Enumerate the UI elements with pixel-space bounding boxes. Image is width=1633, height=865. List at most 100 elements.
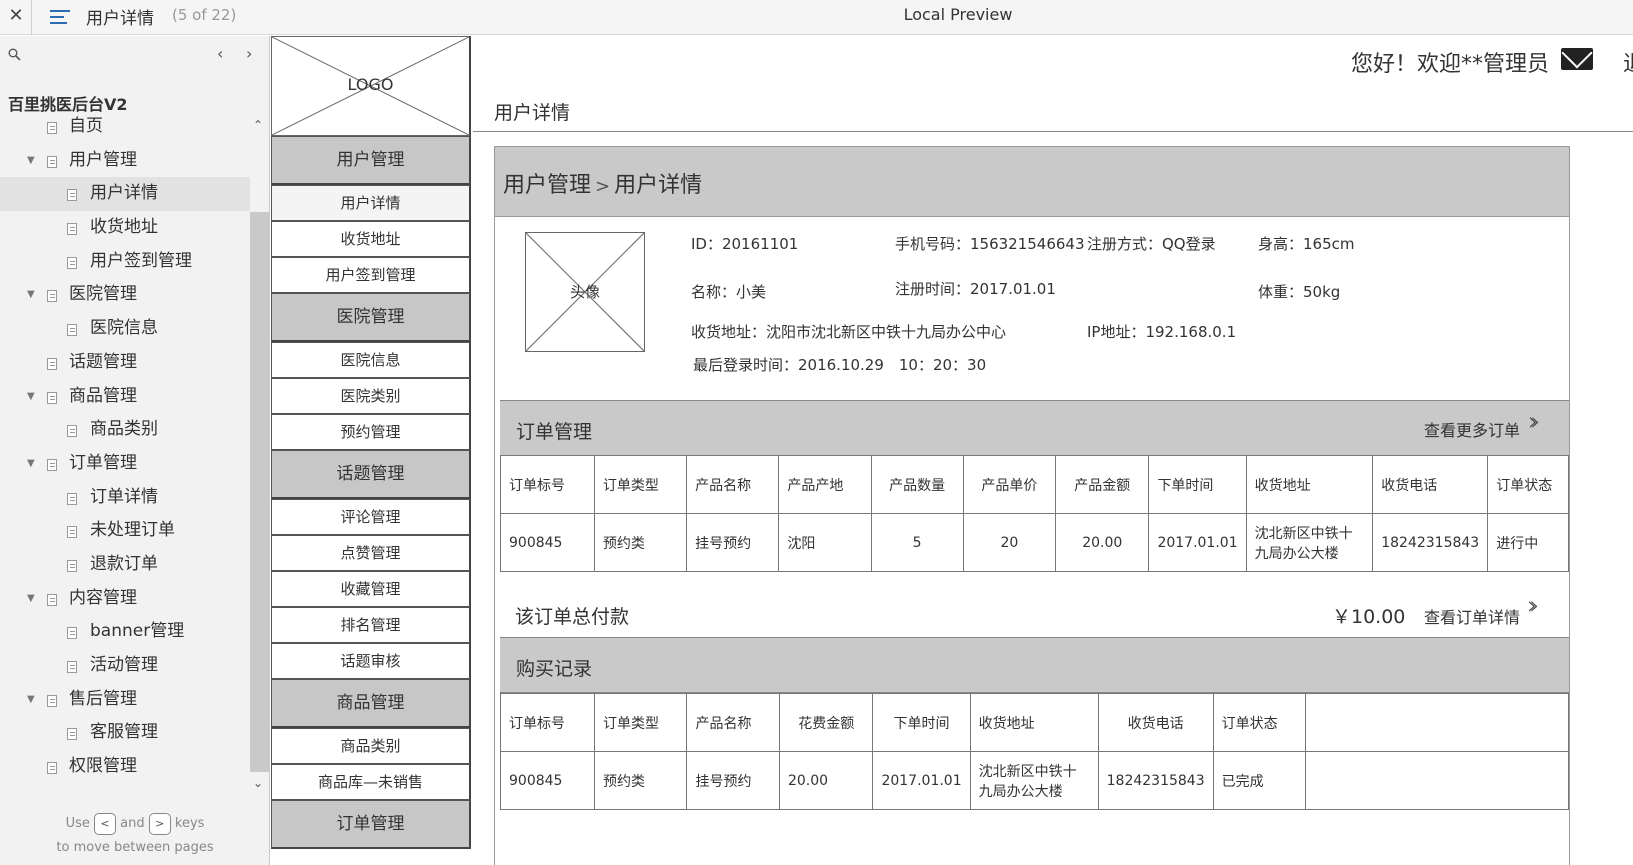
sitemap-item[interactable]: banner管理 bbox=[0, 615, 250, 649]
double-chevron-right-icon[interactable]: ›› bbox=[1527, 591, 1539, 621]
sitemap-item[interactable]: ▼ 医院管理 bbox=[0, 278, 250, 312]
table-row[interactable]: 900845 预约类 挂号预约 沈阳 5 20 20.00 2017.01.01 沈北新区中铁十… bbox=[500, 513, 1569, 572]
sitemap-item[interactable]: 未处理订单 bbox=[0, 514, 250, 548]
mail-icon[interactable] bbox=[1561, 48, 1593, 70]
table-cell: 挂号预约 bbox=[686, 751, 780, 810]
table-header-cell: 订单标号 bbox=[499, 693, 596, 752]
more-orders-link[interactable]: 查看更多订单 bbox=[1424, 417, 1520, 441]
nav-item[interactable]: 医院类别 bbox=[271, 378, 471, 414]
table-cell: 沈北新区中铁十九局办公大楼 bbox=[1245, 513, 1374, 572]
sitemap-item-label: 活动管理 bbox=[90, 655, 158, 675]
expand-arrow-icon[interactable]: ▼ bbox=[27, 447, 35, 481]
sitemap-item[interactable]: 用户详情 bbox=[0, 177, 250, 212]
sitemap-item[interactable]: 客服管理 bbox=[0, 716, 250, 750]
table-cell: 900845 bbox=[500, 513, 595, 572]
sitemap-item[interactable]: ▼ 用户管理 bbox=[0, 144, 250, 178]
sitemap-item[interactable]: 医院信息 bbox=[0, 312, 250, 346]
table-header-cell: 订单类型 bbox=[594, 693, 688, 752]
nav-item[interactable]: 话题审核 bbox=[271, 643, 471, 679]
register-time: 注册时间：2017.01.01 bbox=[895, 280, 1056, 298]
table-cell: 20 bbox=[962, 513, 1057, 572]
double-chevron-right-icon[interactable]: ›› bbox=[1528, 407, 1540, 437]
sitemap-item[interactable]: ▼ 订单管理 bbox=[0, 447, 250, 481]
page-icon bbox=[67, 627, 77, 640]
menu-icon[interactable] bbox=[50, 6, 70, 26]
sitemap-item-label: 内容管理 bbox=[69, 587, 137, 608]
table-cell: 2017.01.01 bbox=[872, 751, 971, 810]
orders-table: 订单标号 订单类型 产品名称 产品产地 产品数量 产品单价 产品金额 下单时间 收货地址 收货电话… bbox=[500, 455, 1569, 572]
prev-key-icon: < bbox=[94, 812, 116, 835]
user-phone: 手机号码：156321546643 bbox=[895, 235, 1085, 253]
user-ip: IP地址：192.168.0.1 bbox=[1087, 323, 1237, 341]
expand-arrow-icon[interactable]: ▼ bbox=[27, 144, 35, 178]
nav-item[interactable]: 收货地址 bbox=[271, 221, 471, 257]
logout-link[interactable]: 退 bbox=[1623, 46, 1633, 78]
sitemap-item[interactable]: 话题管理 bbox=[0, 346, 250, 380]
sitemap-item-label: 客服管理 bbox=[90, 722, 158, 743]
sitemap-item-label: 用户管理 bbox=[69, 149, 137, 170]
order-detail-link[interactable]: 查看订单详情 bbox=[1424, 604, 1520, 628]
table-header-row: 订单标号 订单类型 产品名称 花费金额 下单时间 收货地址 收货电话 订单状态 bbox=[499, 693, 1569, 752]
sitemap-item[interactable]: 退款订单 bbox=[0, 548, 250, 582]
sitemap-panel: ‹ › 百里挑医后台V2 自页 ▼ 用户管理 用户详情 收货地址 用户签到管理 ▼ 医院管理医… bbox=[0, 36, 270, 865]
next-key-icon: > bbox=[148, 812, 171, 835]
scrollbar-thumb[interactable] bbox=[250, 212, 270, 772]
next-page-icon[interactable]: › bbox=[246, 44, 252, 63]
nav-group[interactable]: 医院管理 bbox=[271, 293, 471, 342]
nav-item[interactable]: 点赞管理 bbox=[271, 535, 471, 571]
table-header-cell: 产品产地 bbox=[778, 455, 872, 514]
sitemap-item-label: 用户详情 bbox=[90, 183, 158, 204]
expand-arrow-icon[interactable]: ▼ bbox=[27, 278, 35, 312]
sitemap-item[interactable]: 权限管理 bbox=[0, 750, 250, 784]
nav-group[interactable]: 话题管理 bbox=[271, 450, 471, 499]
page-heading: 用户详情 bbox=[494, 102, 571, 124]
avatar: 头像 bbox=[525, 232, 645, 352]
scroll-up-icon[interactable]: ⌃ bbox=[253, 118, 263, 132]
nav-item[interactable]: 收藏管理 bbox=[271, 571, 471, 607]
sitemap-item[interactable]: 自页 bbox=[0, 110, 250, 144]
nav-item[interactable]: 医院信息 bbox=[271, 342, 471, 378]
page-icon bbox=[67, 425, 77, 438]
toolbar: ✕ 用户详情 (5 of 22) Local Preview bbox=[0, 0, 1633, 35]
scroll-down-icon[interactable]: ⌄ bbox=[253, 776, 263, 790]
nav-item[interactable]: 商品库—未销售 bbox=[271, 764, 471, 800]
expand-arrow-icon[interactable]: ▼ bbox=[27, 380, 35, 414]
user-detail-panel: 用户管理 > 用户详情 头像 ID：20161101 手机号码：1563215466… bbox=[494, 146, 1570, 865]
expand-arrow-icon[interactable]: ▼ bbox=[27, 683, 35, 717]
sitemap-item-label: 订单管理 bbox=[69, 452, 137, 473]
user-id: ID：20161101 bbox=[691, 235, 799, 253]
sitemap-item[interactable]: ▼ 售后管理 bbox=[0, 683, 250, 717]
page-icon bbox=[47, 593, 57, 606]
sitemap-item[interactable]: 活动管理 bbox=[0, 649, 250, 683]
nav-item[interactable]: 评论管理 bbox=[271, 499, 471, 535]
close-icon[interactable]: ✕ bbox=[6, 5, 26, 26]
page-title: 用户详情 bbox=[86, 9, 154, 29]
table-header-cell: 花费金额 bbox=[778, 693, 874, 752]
sitemap-item[interactable]: 订单详情 bbox=[0, 481, 250, 515]
table-header-cell: 下单时间 bbox=[872, 693, 971, 752]
breadcrumb-parent[interactable]: 用户管理 bbox=[503, 173, 591, 198]
previous-page-icon[interactable]: ‹ bbox=[217, 44, 223, 63]
nav-item[interactable]: 用户签到管理 bbox=[271, 257, 471, 293]
nav-item[interactable]: 排名管理 bbox=[271, 607, 471, 643]
nav-item[interactable]: 商品类别 bbox=[271, 728, 471, 764]
nav-group[interactable]: 订单管理 bbox=[271, 800, 471, 849]
sitemap-item[interactable]: 收货地址 bbox=[0, 211, 250, 245]
expand-arrow-icon[interactable]: ▼ bbox=[27, 582, 35, 616]
sitemap-item[interactable]: 用户签到管理 bbox=[0, 245, 250, 279]
nav-item[interactable]: 预约管理 bbox=[271, 414, 471, 450]
sitemap-item[interactable]: 商品类别 bbox=[0, 413, 250, 447]
nav-item[interactable]: 用户详情 bbox=[271, 185, 471, 221]
table-header-cell: 收货地址 bbox=[969, 693, 1099, 752]
nav-group[interactable]: 商品管理 bbox=[271, 679, 471, 728]
page-icon bbox=[47, 122, 57, 134]
greeting-text: 您好！欢迎**管理员 bbox=[1351, 52, 1550, 77]
table-cell: 18242315843 bbox=[1097, 751, 1214, 810]
table-row[interactable]: 900845 预约类 挂号预约 20.00 2017.01.01 沈北新区中铁十九局办公大… bbox=[499, 751, 1569, 810]
search-icon[interactable] bbox=[8, 48, 21, 65]
sitemap-item[interactable]: ▼ 商品管理 bbox=[0, 380, 250, 414]
nav-group[interactable]: 用户管理 bbox=[271, 136, 471, 185]
table-header-cell: 下单时间 bbox=[1148, 455, 1247, 514]
sitemap-item[interactable]: ▼ 内容管理 bbox=[0, 582, 250, 616]
table-header-cell: 订单类型 bbox=[593, 455, 688, 514]
